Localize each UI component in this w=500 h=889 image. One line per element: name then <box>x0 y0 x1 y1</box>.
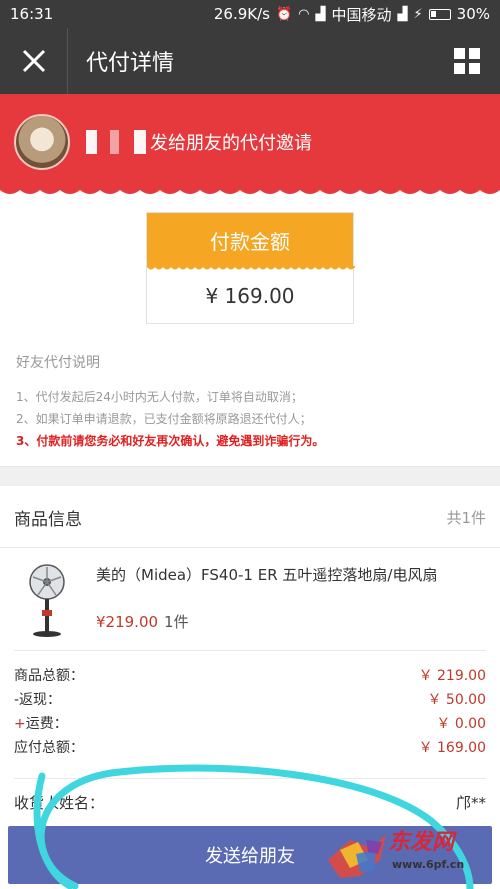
network-speed: 26.9K/s <box>213 5 270 23</box>
summary-row-goods-total: 商品总额： ￥ 219.00 <box>14 664 486 688</box>
summary-label: -返现： <box>14 692 62 708</box>
avatar <box>14 114 70 170</box>
summary-row-payable-total: 应付总额： ￥ 169.00 <box>14 736 486 760</box>
menu-button[interactable] <box>434 28 500 94</box>
summary-label: 商品总额： <box>14 668 84 684</box>
signal-icon: ▟ <box>397 6 408 22</box>
explanation-item: 1、代付发起后24小时内无人付款，订单将自动取消； <box>16 390 303 404</box>
close-icon <box>22 49 45 73</box>
summary-value: ￥ 50.00 <box>427 692 486 708</box>
plus-sign: + <box>14 716 26 732</box>
product-item[interactable]: 美的（Midea）FS40-1 ER 五叶遥控落地扇/电风扇 ¥219.00 1件 <box>0 550 500 646</box>
summary-value: ￥ 0.00 <box>436 716 486 732</box>
goods-info-label: 商品信息 <box>14 510 82 530</box>
payment-label: 付款金额 <box>210 229 290 254</box>
goods-info-header: 商品信息 共1件 <box>0 488 500 548</box>
order-summary: 商品总额： ￥ 219.00 -返现： ￥ 50.00 +运费： ￥ 0.00 … <box>14 664 486 760</box>
summary-row-shipping: +运费： ￥ 0.00 <box>14 712 486 736</box>
payment-amount-card: 付款金额 ¥ 169.00 <box>146 212 355 324</box>
explanation-title: 好友代付说明 <box>16 355 100 371</box>
explanation-warning: 3、付款前请您务必和好友再次确认，避免遇到诈骗行为。 <box>16 434 325 448</box>
divider <box>14 650 486 651</box>
nav-bar: 代付详情 <box>0 28 500 94</box>
divider <box>14 778 486 779</box>
battery-percent: 30% <box>456 5 490 23</box>
receiver-name: 邝** <box>455 794 486 812</box>
send-button-label: 发送给朋友 <box>205 846 295 867</box>
card-wave-edge <box>147 266 355 270</box>
fan-product-image <box>29 564 65 637</box>
summary-label: 应付总额： <box>14 740 84 756</box>
blurred-sender-name <box>86 130 146 154</box>
banner-wave-edge <box>0 188 500 194</box>
payment-amount: ¥ 169.00 <box>205 284 295 308</box>
proxy-pay-explanation: 好友代付说明 1、代付发起后24小时内无人付款，订单将自动取消； 2、如果订单申… <box>16 352 486 452</box>
status-bar: 16:31 26.9K/s ⏰ ◠ ▟ 中国移动 ▟ ⚡ 30% <box>0 0 500 28</box>
close-button[interactable] <box>0 28 68 94</box>
wifi-icon: ◠ <box>298 6 310 22</box>
carrier-name: 中国移动 <box>331 5 392 24</box>
section-separator <box>0 466 500 486</box>
invite-banner: 发给朋友的代付邀请 <box>0 94 500 194</box>
summary-value: ￥ 169.00 <box>418 740 486 756</box>
summary-label: 运费： <box>25 716 68 732</box>
product-quantity: 1件 <box>164 613 189 631</box>
grid-icon <box>454 48 480 74</box>
goods-count: 共1件 <box>446 509 486 527</box>
battery-icon <box>428 8 451 20</box>
summary-value: ￥ 219.00 <box>418 668 486 684</box>
receiver-row: 收货人姓名： 邝** <box>14 792 486 813</box>
receiver-label: 收货人姓名： <box>14 794 105 812</box>
watermark-url: www.6pf.cn <box>392 858 465 871</box>
product-price: ¥219.00 <box>96 613 159 631</box>
watermark-brand: 东发网 <box>388 830 455 855</box>
explanation-item: 2、如果订单申请退款，已支付金额将原路退还代付人； <box>16 412 312 426</box>
charging-icon: ⚡ <box>413 6 423 22</box>
alarm-icon: ⏰ <box>275 6 293 22</box>
page-title: 代付详情 <box>86 51 175 76</box>
banner-message: 发给朋友的代付邀请 <box>150 133 312 154</box>
summary-row-cashback: -返现： ￥ 50.00 <box>14 688 486 712</box>
status-time: 16:31 <box>10 5 54 23</box>
payment-card-header: 付款金额 <box>147 213 355 270</box>
signal-icon: ▟ <box>315 6 326 22</box>
product-name: 美的（Midea）FS40-1 ER 五叶遥控落地扇/电风扇 <box>96 566 438 584</box>
